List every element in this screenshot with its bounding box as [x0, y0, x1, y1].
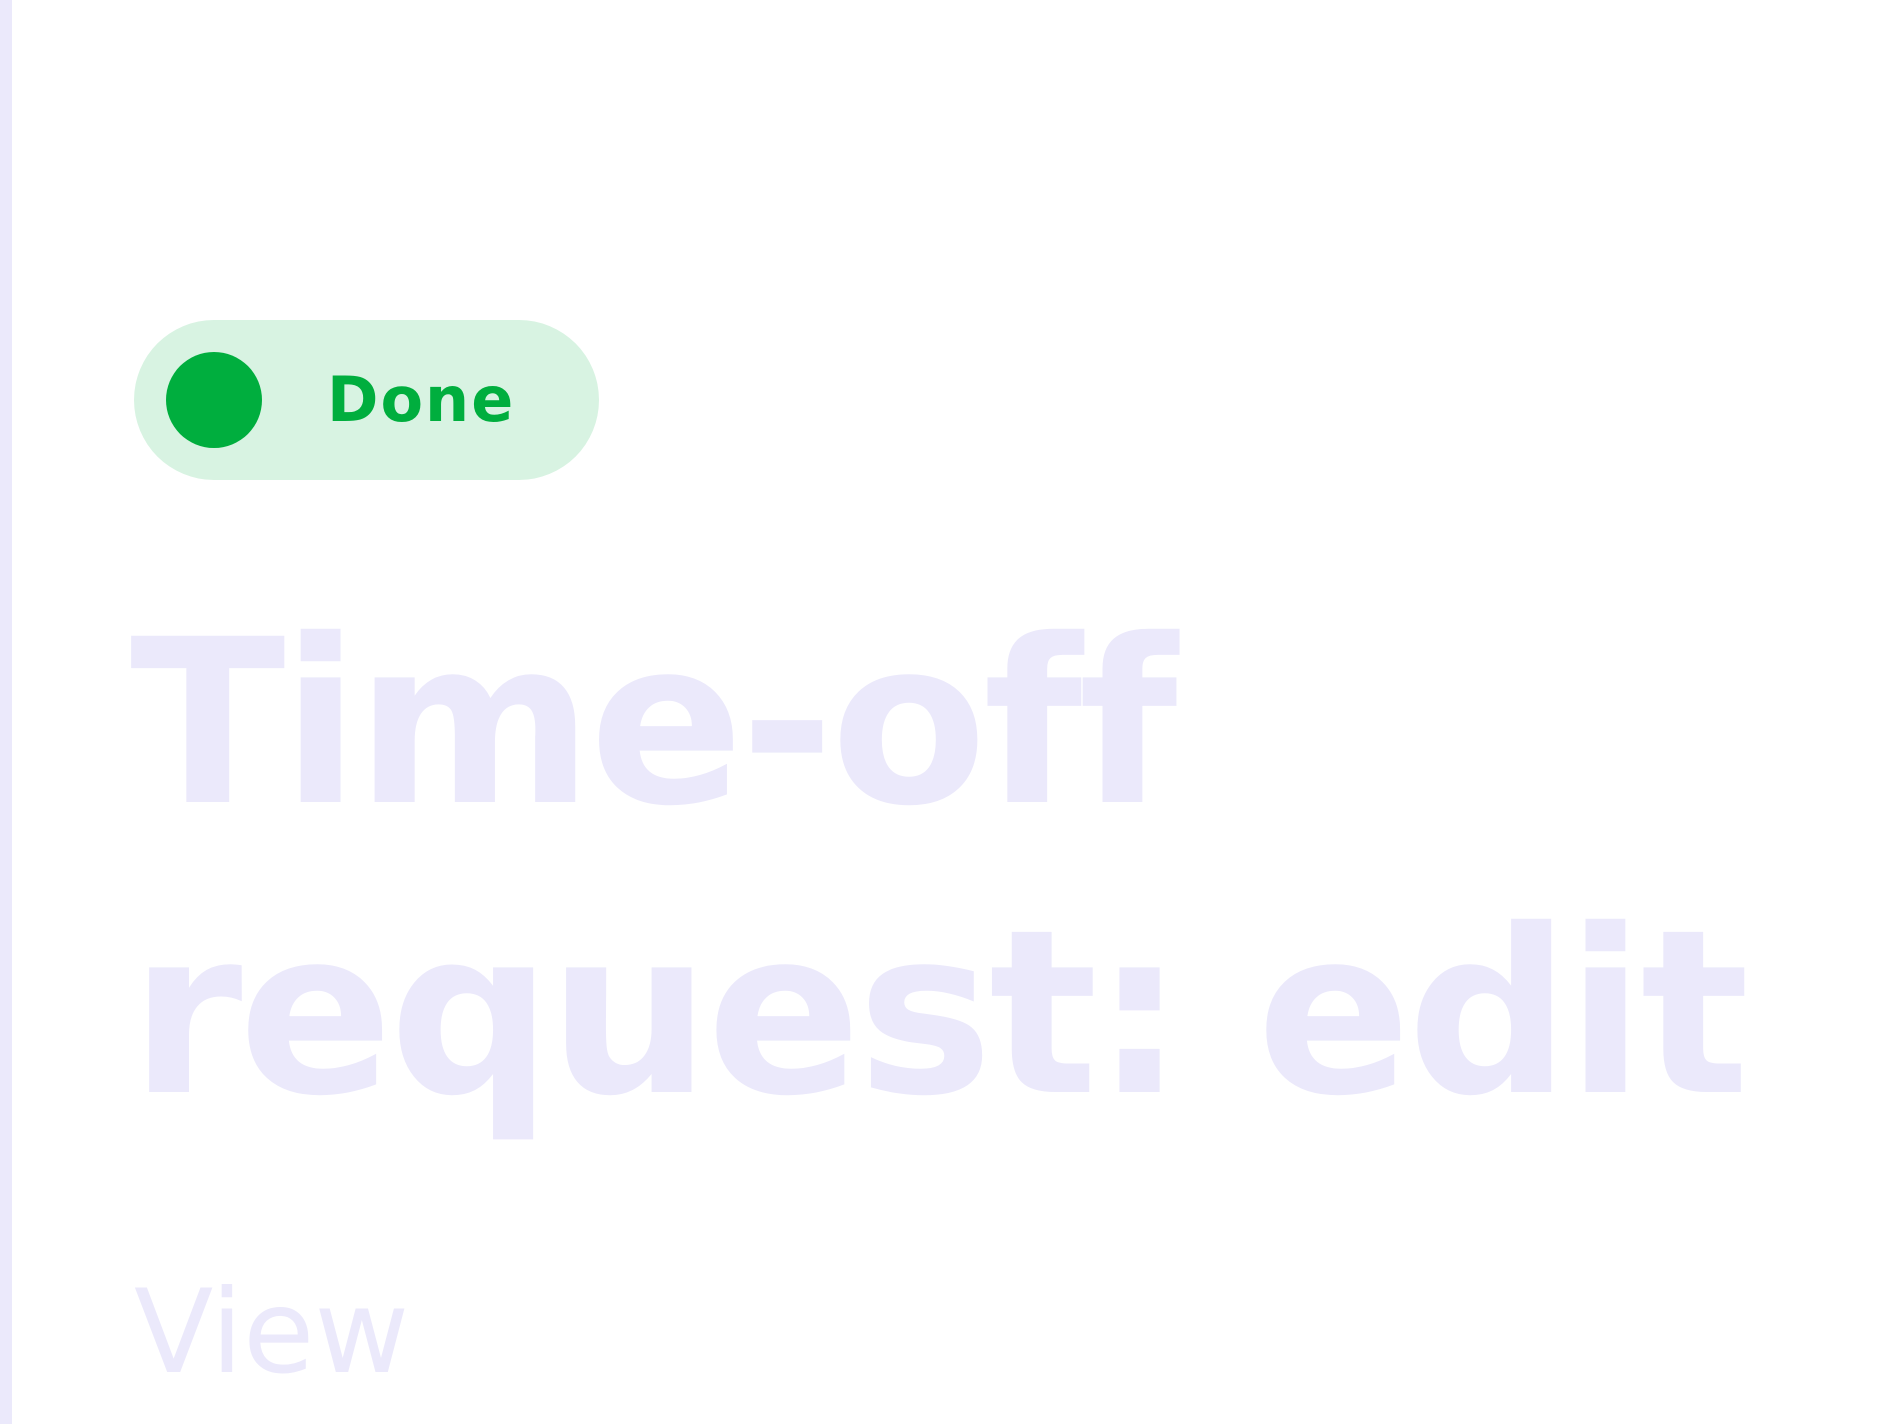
status-dot-icon: [166, 352, 262, 448]
left-divider: [0, 0, 12, 1424]
page-title-line-1: Time-off: [130, 590, 1178, 856]
status-badge: Done: [134, 320, 599, 480]
page-title: Time-off request: edit: [130, 578, 1830, 1158]
page-title-line-2: request: edit: [130, 880, 1749, 1146]
view-link[interactable]: View: [134, 1268, 409, 1398]
status-label: Done: [327, 363, 516, 436]
